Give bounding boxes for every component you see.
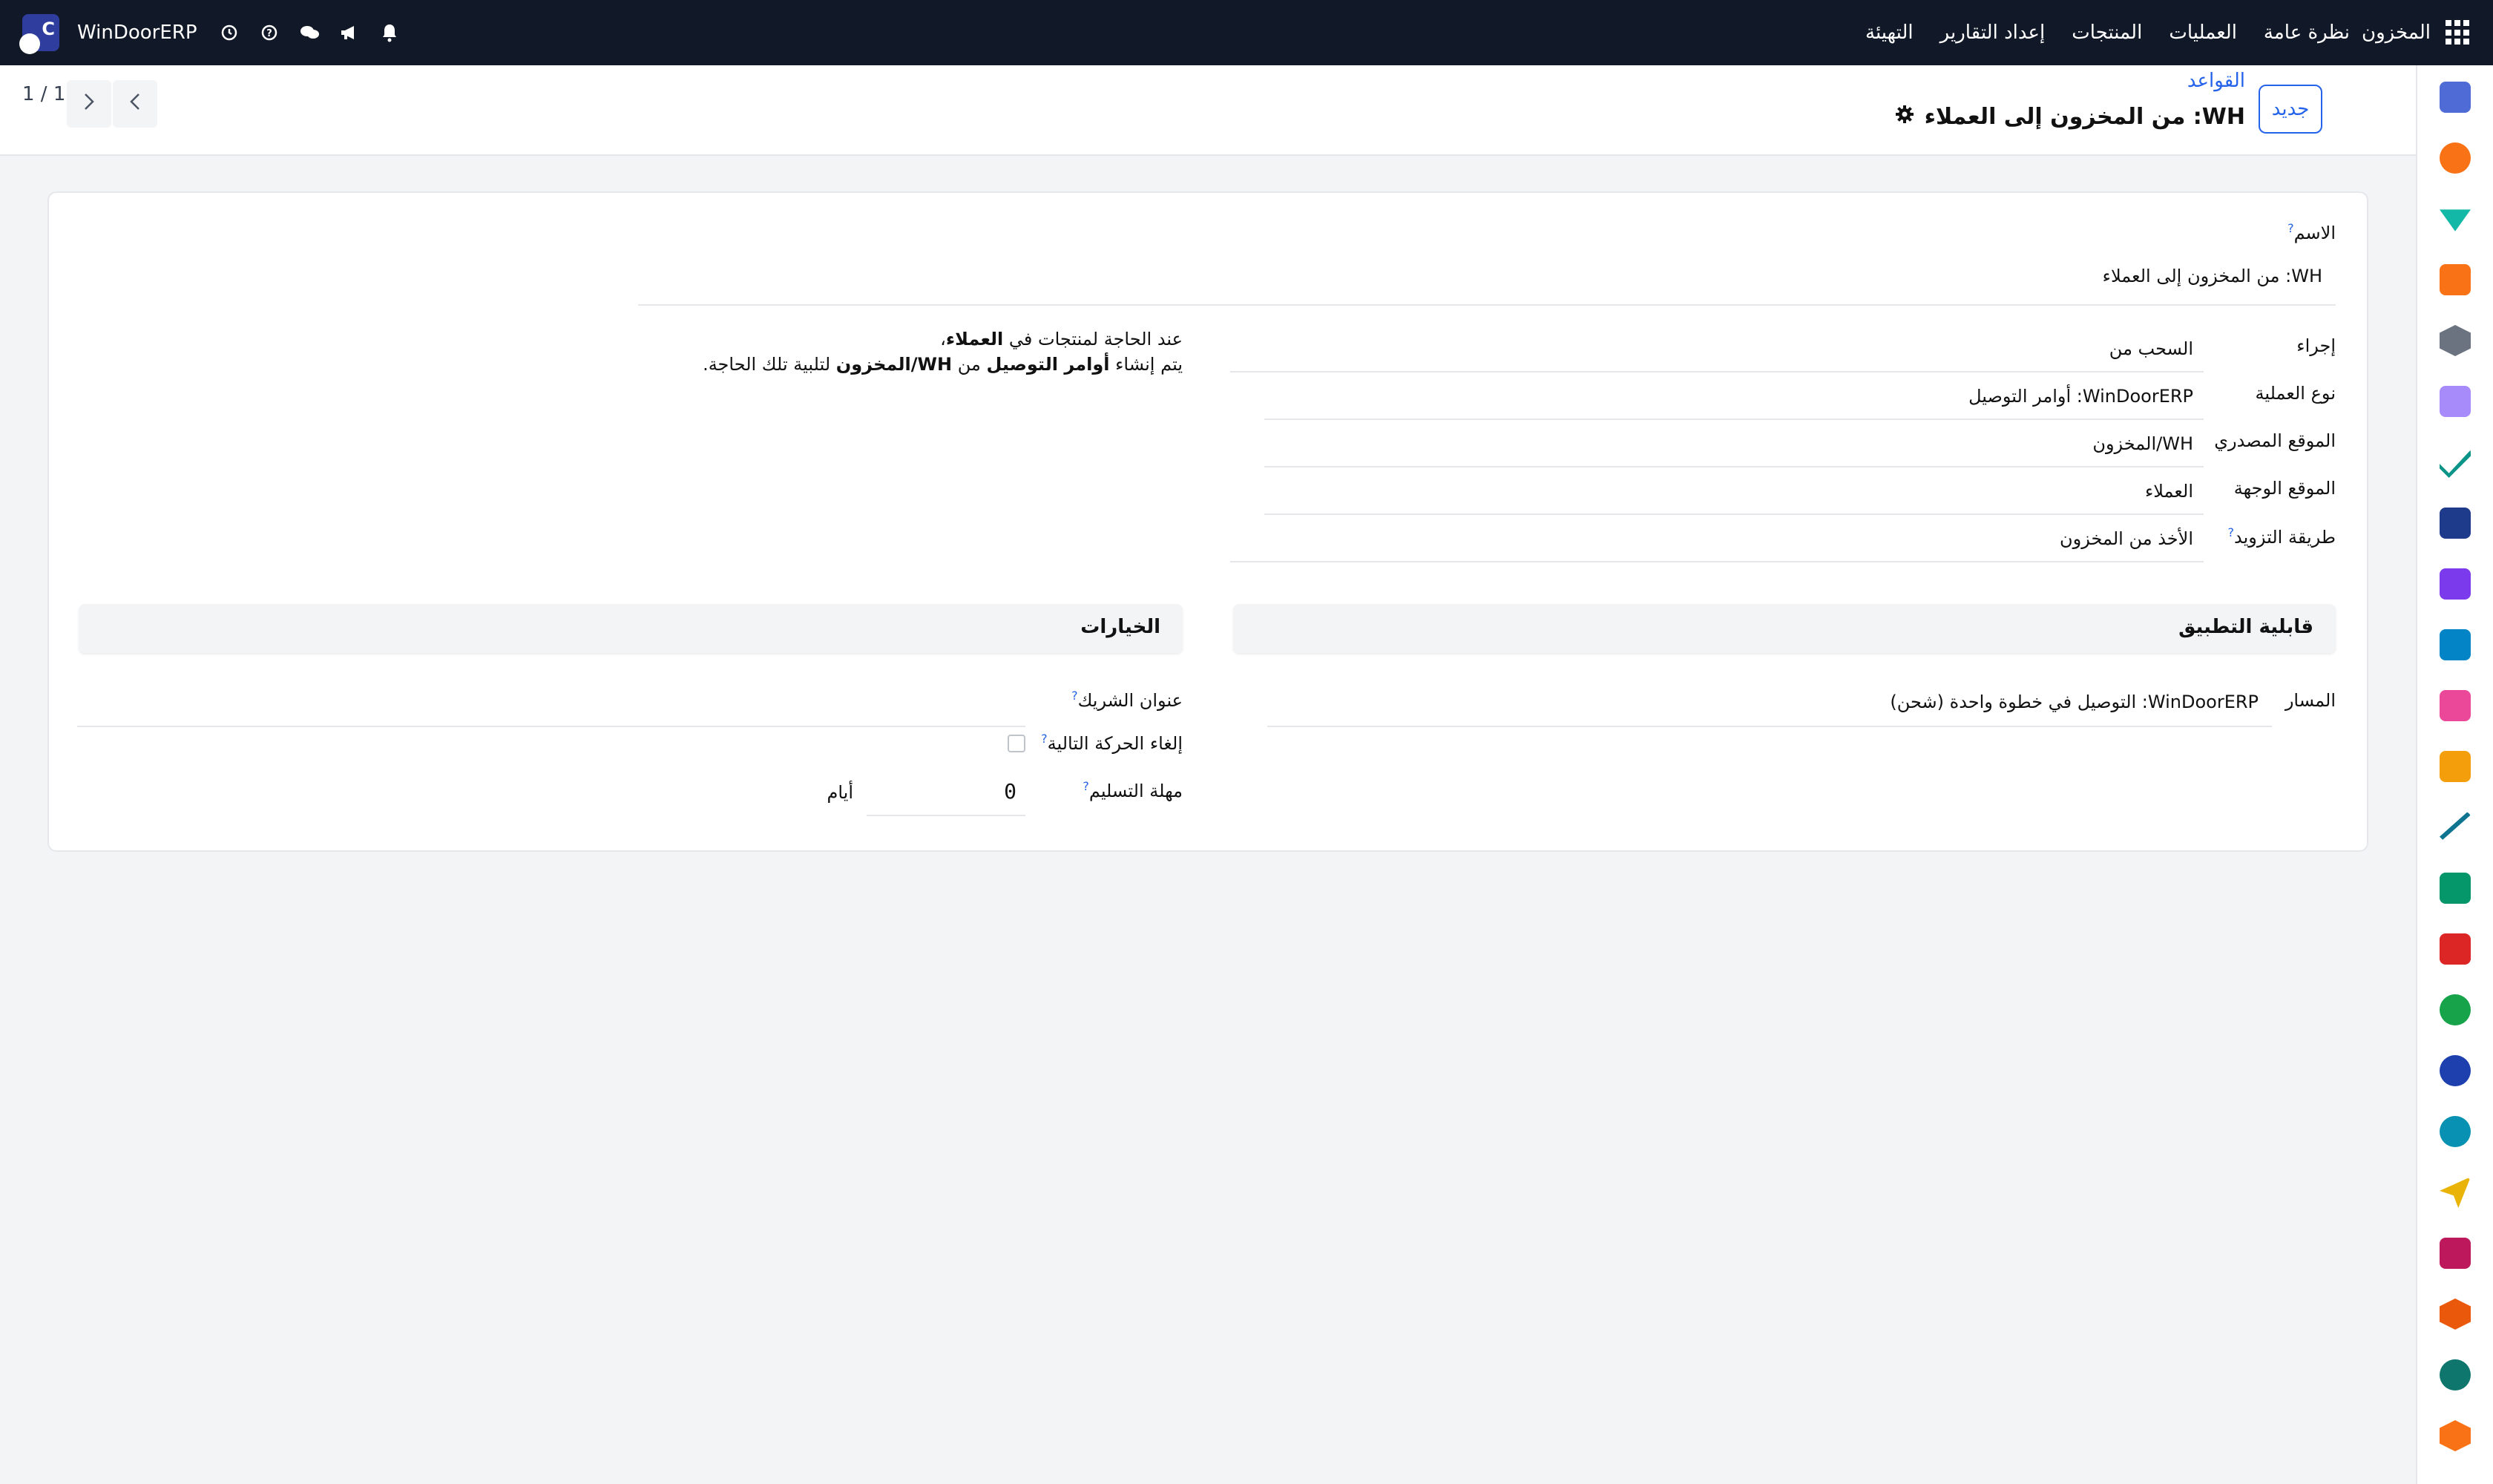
pager-next-button[interactable] <box>67 80 111 128</box>
docs-app-icon[interactable] <box>2440 508 2471 539</box>
applicability-section-header: قابلية التطبيق <box>1233 604 2336 653</box>
timesheet-app-icon[interactable] <box>2440 1055 2471 1086</box>
top-navbar: C WinDoorERP ? المخزون نظرة عامة العمليا… <box>0 0 2493 65</box>
mail-app-icon[interactable] <box>2440 82 2471 113</box>
menu-overview[interactable]: نظرة عامة <box>2264 22 2350 44</box>
menu-operations[interactable]: العمليات <box>2169 22 2237 44</box>
source-location-input[interactable]: WH/المخزون <box>2092 433 2193 454</box>
record-title-text: WH: من المخزون إلى العملاء <box>1924 104 2245 130</box>
supply-method-underline <box>1230 561 2204 562</box>
control-panel: 1 / 1 جديد القواعد WH: من المخزون إلى ال… <box>0 65 2416 156</box>
website-app-icon[interactable] <box>2440 1116 2471 1147</box>
source-location-label: الموقع المصدري <box>2214 430 2336 451</box>
email-marketing-app-icon[interactable] <box>2440 1177 2471 1208</box>
knowledge-app-icon[interactable] <box>2440 209 2471 232</box>
menu-products[interactable]: المنتجات <box>2072 22 2142 44</box>
chat-icon[interactable] <box>298 22 321 44</box>
package-app-icon[interactable] <box>2440 325 2471 356</box>
route-label: المسار <box>2285 690 2336 711</box>
spreadsheet-app-icon[interactable] <box>2440 1359 2471 1391</box>
name-label: الاسم? <box>2287 221 2336 243</box>
help-marker[interactable]: ? <box>1071 689 1078 703</box>
megaphone-icon[interactable] <box>338 22 361 44</box>
navbar-left: C WinDoorERP ? <box>19 0 418 65</box>
dest-location-label: الموقع الوجهة <box>2233 478 2336 499</box>
contacts-app-icon[interactable] <box>2440 873 2471 904</box>
clock-icon[interactable] <box>218 22 240 44</box>
dashboard-app-icon[interactable] <box>2440 264 2471 295</box>
partner-address-label: عنوان الشريك? <box>1071 689 1183 711</box>
record-title: WH: من المخزون إلى العملاء <box>1895 104 2245 130</box>
calendar-app-icon[interactable] <box>2440 751 2471 782</box>
todo-app-icon[interactable] <box>2440 450 2471 478</box>
lead-time-input[interactable]: 0 <box>1004 779 1016 804</box>
route-underline <box>1267 726 2272 727</box>
menu-inventory[interactable]: المخزون <box>2362 22 2431 44</box>
gear-icon[interactable] <box>1895 105 1914 129</box>
dest-location-underline <box>1264 513 2204 515</box>
source-location-underline <box>1264 466 2204 467</box>
operation-type-underline <box>1264 418 2204 420</box>
sign-app-icon[interactable] <box>2440 812 2471 840</box>
app-sidebar <box>2416 65 2493 1484</box>
menu-reporting[interactable]: إعداد التقارير <box>1940 22 2046 44</box>
settings-app-icon[interactable] <box>2440 1420 2471 1451</box>
name-input[interactable]: WH: من المخزون إلى العملاء <box>2103 266 2322 286</box>
manufacturing-app-icon[interactable] <box>2440 1298 2471 1330</box>
operation-type-input[interactable]: WinDoorERP: أوامر التوصيل <box>1968 386 2193 407</box>
svg-text:?: ? <box>266 28 272 39</box>
apps-grid-icon[interactable] <box>2446 20 2471 45</box>
inventory-app-icon[interactable] <box>2440 568 2471 600</box>
discuss-app-icon[interactable] <box>2440 142 2471 174</box>
rule-help-text: عند الحاجة لمنتجات في العملاء، يتم إنشاء… <box>703 329 1183 375</box>
supply-method-label: طريقة التزويد? <box>2227 525 2336 548</box>
crm-app-icon[interactable] <box>2440 690 2471 721</box>
company-name[interactable]: WinDoorERP <box>77 22 197 44</box>
route-input[interactable]: WinDoorERP: التوصيل في خطوة واحدة (شحن) <box>1890 692 2259 712</box>
lead-time-underline <box>867 815 1025 816</box>
employees-app-icon[interactable] <box>2440 386 2471 417</box>
chevron-right-icon <box>83 91 95 117</box>
whatsapp-app-icon[interactable] <box>2440 994 2471 1025</box>
action-underline <box>1230 371 2204 372</box>
cancel-next-move-label: إلغاء الحركة التالية? <box>1041 732 1183 754</box>
dest-location-input[interactable]: العملاء <box>2145 481 2193 502</box>
planning-app-icon[interactable] <box>2440 933 2471 965</box>
action-select[interactable]: السحب من <box>2109 338 2193 359</box>
pager-value[interactable]: 1 / 1 <box>22 83 65 105</box>
action-label: إجراء <box>2296 335 2336 356</box>
lead-time-label: مهلة التسليم? <box>1083 779 1183 801</box>
operation-type-label: نوع العملية <box>2255 383 2336 404</box>
form-sheet: الاسم? WH: من المخزون إلى العملاء إجراء … <box>47 191 2368 852</box>
menu-configuration[interactable]: التهيئة <box>1865 22 1914 44</box>
partner-address-underline <box>77 726 1025 727</box>
help-marker[interactable]: ? <box>1041 732 1048 746</box>
company-logo[interactable]: C <box>19 14 59 54</box>
supply-method-select[interactable]: الأخذ من المخزون <box>2060 528 2193 549</box>
name-input-underline <box>638 304 2336 306</box>
accounting-app-icon[interactable] <box>2440 629 2471 660</box>
bell-icon[interactable] <box>378 22 401 44</box>
breadcrumb-rules[interactable]: القواعد <box>2187 70 2245 92</box>
options-section-header: الخيارات <box>79 604 1183 653</box>
cancel-next-move-checkbox[interactable] <box>1008 735 1025 752</box>
chevron-left-icon <box>129 91 141 117</box>
help-marker[interactable]: ? <box>2287 221 2294 235</box>
help-icon[interactable]: ? <box>258 22 280 44</box>
lead-time-unit: أيام <box>827 782 853 803</box>
pager-previous-button[interactable] <box>113 80 157 128</box>
navbar-menu: المخزون نظرة عامة العمليات المنتجات إعدا… <box>1839 0 2471 65</box>
payroll-app-icon[interactable] <box>2440 1238 2471 1269</box>
help-marker[interactable]: ? <box>2228 525 2235 539</box>
help-marker[interactable]: ? <box>1083 779 1089 793</box>
new-button[interactable]: جديد <box>2259 85 2322 134</box>
